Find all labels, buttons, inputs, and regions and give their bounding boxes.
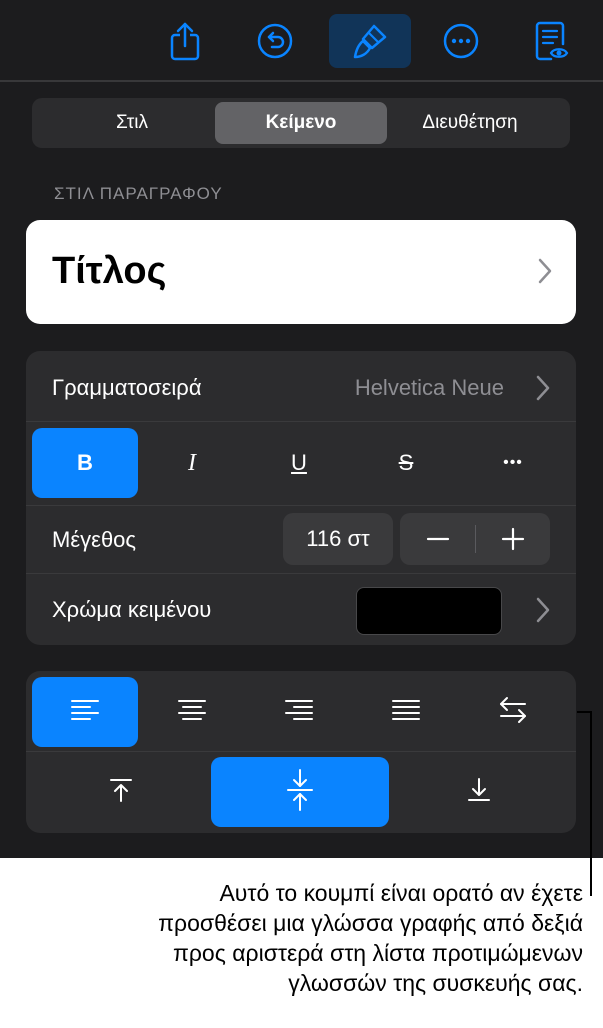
paragraph-style-header: ΣΤΙΛ ΠΑΡΑΓΡΑΦΟΥ <box>54 184 223 203</box>
tab-text[interactable]: Κείμενο <box>215 102 387 144</box>
more-icon <box>441 21 481 61</box>
font-row[interactable]: Γραμματοσειρά Helvetica Neue <box>26 351 576 421</box>
caption-line: γλωσσών της συσκευής σας. <box>288 970 583 996</box>
chevron-right-icon <box>538 258 552 289</box>
align-bottom-icon <box>466 777 492 808</box>
strikethrough-button[interactable]: S <box>353 428 459 498</box>
share-icon <box>168 21 202 61</box>
paragraph-style-name: Τίτλος <box>52 250 167 292</box>
align-left-button[interactable] <box>32 677 138 747</box>
align-center-button[interactable] <box>139 677 245 747</box>
caption-line: προς αριστερά στη λίστα προτιμώμενων <box>172 940 583 966</box>
divider <box>26 421 576 422</box>
align-left-icon <box>70 698 100 727</box>
callout-caption: Αυτό το κουμπί είναι ορατό αν έχετε προσ… <box>23 878 583 998</box>
caption-line: Αυτό το κουμπί είναι ορατό αν έχετε <box>219 880 583 906</box>
align-right-icon <box>284 698 314 727</box>
callout-line <box>590 711 592 896</box>
increase-size-button[interactable] <box>475 513 550 565</box>
font-label: Γραμματοσειρά <box>52 375 202 400</box>
caption-line: προσθέσει μια γλώσσα γραφής από δεξιά <box>158 910 583 936</box>
align-middle-button[interactable] <box>211 757 389 827</box>
align-right-button[interactable] <box>246 677 352 747</box>
chevron-right-icon <box>536 375 550 406</box>
align-bottom-button[interactable] <box>390 757 568 827</box>
size-label: Μέγεθος <box>52 527 137 552</box>
justify-icon <box>391 698 421 727</box>
toolbar-divider <box>0 80 603 82</box>
more-font-options-button[interactable]: ••• <box>460 428 566 498</box>
bold-button[interactable]: B <box>32 428 138 498</box>
size-stepper <box>400 513 550 565</box>
paragraph-style-row[interactable]: Τίτλος <box>26 220 576 324</box>
right-to-left-button[interactable] <box>460 677 566 747</box>
toolbar <box>0 0 603 80</box>
more-button[interactable] <box>420 14 502 68</box>
text-color-label: Χρώμα κειμένου <box>52 597 212 622</box>
callout-line <box>577 711 591 713</box>
right-to-left-icon <box>497 694 529 731</box>
font-value: Helvetica Neue <box>354 375 504 400</box>
tab-arrange[interactable]: Διευθέτηση <box>384 102 556 144</box>
align-top-button[interactable] <box>32 757 210 827</box>
chevron-right-icon <box>536 597 550 628</box>
divider <box>26 505 576 506</box>
divider <box>26 751 576 752</box>
text-color-swatch[interactable] <box>356 587 502 635</box>
justify-button[interactable] <box>353 677 459 747</box>
align-middle-icon <box>286 768 314 817</box>
undo-icon <box>255 21 295 61</box>
format-button[interactable] <box>329 14 411 68</box>
format-panel: Στιλ Κείμενο Διευθέτηση ΣΤΙΛ ΠΑΡΑΓΡΑΦΟΥ … <box>0 0 603 858</box>
font-group: Γραμματοσειρά Helvetica Neue B I U S •••… <box>26 351 576 645</box>
share-button[interactable] <box>144 14 226 68</box>
align-center-icon <box>177 698 207 727</box>
decrease-size-button[interactable] <box>400 513 475 565</box>
tab-style[interactable]: Στιλ <box>46 102 218 144</box>
underline-button[interactable]: U <box>246 428 352 498</box>
document-preview-icon <box>533 20 569 62</box>
reading-view-button[interactable] <box>510 14 592 68</box>
size-field[interactable]: 116 στ <box>283 513 393 565</box>
paintbrush-icon <box>350 21 390 61</box>
italic-button[interactable]: I <box>139 428 245 498</box>
undo-button[interactable] <box>234 14 316 68</box>
alignment-group <box>26 671 576 833</box>
format-tabs: Στιλ Κείμενο Διευθέτηση <box>32 98 570 148</box>
align-top-icon <box>108 777 134 808</box>
